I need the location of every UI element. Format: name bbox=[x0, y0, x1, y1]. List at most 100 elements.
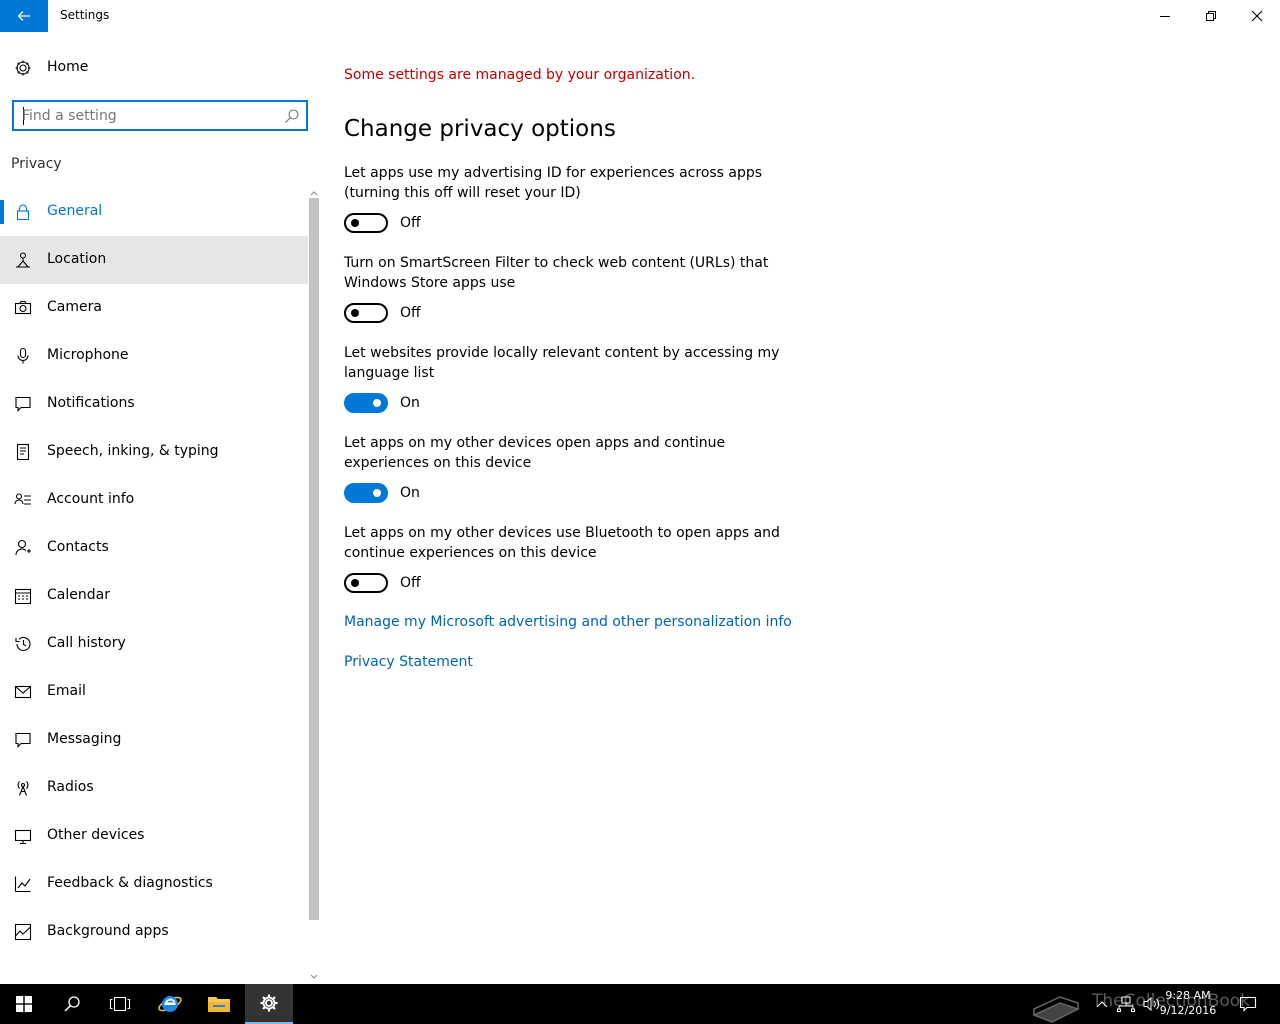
sidebar-item-label: Background apps bbox=[47, 923, 169, 939]
other-devices-open-apps-toggle[interactable] bbox=[344, 483, 388, 503]
folder-icon bbox=[208, 997, 230, 1012]
close-button[interactable] bbox=[1234, 0, 1280, 32]
toggle-knob bbox=[373, 399, 381, 407]
clock-time: 9:28 AM bbox=[1165, 989, 1211, 1002]
sidebar-item-label: Notifications bbox=[47, 395, 135, 411]
sidebar-item-microphone[interactable]: Microphone bbox=[0, 332, 308, 380]
toggle-row: On bbox=[344, 483, 794, 503]
toggle-state-label: Off bbox=[400, 215, 421, 231]
email-icon bbox=[14, 685, 32, 699]
speech-icon bbox=[16, 443, 30, 461]
privacy-statement-link[interactable]: Privacy Statement bbox=[344, 654, 473, 670]
settings-taskbar-button[interactable] bbox=[245, 984, 293, 1024]
lock-icon bbox=[16, 204, 30, 221]
sidebar-item-call-history[interactable]: Call history bbox=[0, 620, 308, 668]
main-content: Some settings are managed by your organi… bbox=[320, 32, 1280, 984]
sidebar-item-label: Contacts bbox=[47, 539, 109, 555]
minimize-icon bbox=[1160, 16, 1170, 17]
setting-description: Let apps use my advertising ID for exper… bbox=[344, 165, 763, 201]
home-nav-item[interactable]: Home bbox=[0, 52, 308, 84]
sidebar-scrollbar[interactable] bbox=[308, 188, 320, 984]
toggle-row: Off bbox=[344, 573, 794, 593]
page-title: Change privacy options bbox=[344, 116, 616, 142]
privacy-nav-list: General Location Camera Microphone Notif… bbox=[0, 188, 308, 956]
sidebar-item-location[interactable]: Location bbox=[0, 236, 308, 284]
sidebar-item-messaging[interactable]: Messaging bbox=[0, 716, 308, 764]
minimize-button[interactable] bbox=[1142, 0, 1188, 32]
restore-button[interactable] bbox=[1188, 0, 1234, 32]
scroll-up-arrow-icon[interactable] bbox=[310, 188, 318, 198]
sidebar-item-other-devices[interactable]: Other devices bbox=[0, 812, 308, 860]
task-view-button[interactable] bbox=[96, 984, 144, 1024]
toggle-knob bbox=[373, 489, 381, 497]
show-hidden-icons-button[interactable] bbox=[1092, 984, 1112, 1024]
sidebar-item-camera[interactable]: Camera bbox=[0, 284, 308, 332]
gear-icon bbox=[15, 60, 31, 76]
organization-managed-message: Some settings are managed by your organi… bbox=[344, 67, 696, 83]
notifications-icon bbox=[15, 396, 31, 412]
contacts-icon bbox=[15, 539, 31, 556]
start-button[interactable] bbox=[0, 984, 48, 1024]
sidebar-item-label: Account info bbox=[47, 491, 135, 507]
setting-language-list: Let websites provide locally relevant co… bbox=[344, 343, 794, 413]
location-icon bbox=[16, 252, 30, 268]
search-icon[interactable] bbox=[284, 108, 300, 124]
bluetooth-open-apps-toggle[interactable] bbox=[344, 573, 388, 593]
sidebar-item-background-apps[interactable]: Background apps bbox=[0, 908, 308, 956]
network-tray-button[interactable] bbox=[1114, 984, 1138, 1024]
sidebar-item-calendar[interactable]: Calendar bbox=[0, 572, 308, 620]
sidebar-item-label: General bbox=[47, 203, 103, 219]
feedback-icon bbox=[14, 876, 31, 893]
section-label-privacy: Privacy bbox=[11, 156, 62, 172]
scroll-down-arrow-icon[interactable] bbox=[310, 972, 318, 982]
search-icon bbox=[64, 996, 80, 1012]
clock[interactable]: 9:28 AM 9/12/2016 bbox=[1148, 988, 1228, 1018]
toggle-row: Off bbox=[344, 303, 794, 323]
toggle-knob bbox=[351, 579, 359, 587]
sidebar-item-account-info[interactable]: Account info bbox=[0, 476, 308, 524]
sidebar-item-general[interactable]: General bbox=[0, 188, 308, 236]
window-title: Settings bbox=[60, 8, 110, 22]
other-devices-icon bbox=[14, 829, 32, 845]
sidebar-item-feedback[interactable]: Feedback & diagnostics bbox=[0, 860, 308, 908]
language-list-toggle[interactable] bbox=[344, 393, 388, 413]
setting-smartscreen: Turn on SmartScreen Filter to check web … bbox=[344, 253, 794, 323]
internet-explorer-button[interactable] bbox=[146, 984, 194, 1024]
home-label: Home bbox=[47, 59, 89, 75]
sidebar-item-speech[interactable]: Speech, inking, & typing bbox=[0, 428, 308, 476]
toggle-state-label: Off bbox=[400, 575, 421, 591]
sidebar-item-contacts[interactable]: Contacts bbox=[0, 524, 308, 572]
network-icon bbox=[1117, 996, 1135, 1012]
selection-indicator bbox=[0, 200, 4, 224]
setting-advertising-id: Let apps use my advertising ID for exper… bbox=[344, 163, 794, 233]
sidebar-item-label: Feedback & diagnostics bbox=[47, 875, 213, 891]
sidebar-item-label: Email bbox=[47, 683, 86, 699]
sidebar-item-email[interactable]: Email bbox=[0, 668, 308, 716]
back-button[interactable] bbox=[0, 0, 48, 32]
search-input[interactable] bbox=[22, 105, 272, 127]
back-arrow-icon bbox=[17, 11, 30, 21]
gear-icon bbox=[260, 994, 278, 1012]
toggle-knob bbox=[351, 309, 359, 317]
setting-other-devices-open-apps: Let apps on my other devices open apps a… bbox=[344, 433, 794, 503]
settings-window: Settings Home Find a setting Privacy Gen… bbox=[0, 0, 1280, 1024]
toggle-row: Off bbox=[344, 213, 794, 233]
advertising-id-toggle[interactable] bbox=[344, 213, 388, 233]
sidebar-item-notifications[interactable]: Notifications bbox=[0, 380, 308, 428]
restore-icon bbox=[1206, 11, 1216, 21]
scrollbar-thumb[interactable] bbox=[309, 198, 319, 920]
manage-advertising-link[interactable]: Manage my Microsoft advertising and othe… bbox=[344, 614, 792, 630]
toggle-state-label: Off bbox=[400, 305, 421, 321]
file-explorer-button[interactable] bbox=[195, 984, 243, 1024]
microphone-icon bbox=[17, 347, 29, 364]
sidebar: Home Privacy General bbox=[0, 32, 320, 984]
sidebar-item-label: Radios bbox=[47, 779, 94, 795]
sidebar-item-radios[interactable]: Radios bbox=[0, 764, 308, 812]
setting-description: Let websites provide locally relevant co… bbox=[344, 345, 780, 381]
calendar-icon bbox=[14, 588, 32, 605]
smartscreen-toggle[interactable] bbox=[344, 303, 388, 323]
taskbar-search-button[interactable] bbox=[48, 984, 96, 1024]
action-center-button[interactable] bbox=[1234, 984, 1262, 1024]
toggle-knob bbox=[351, 219, 359, 227]
search-box[interactable] bbox=[12, 100, 308, 131]
